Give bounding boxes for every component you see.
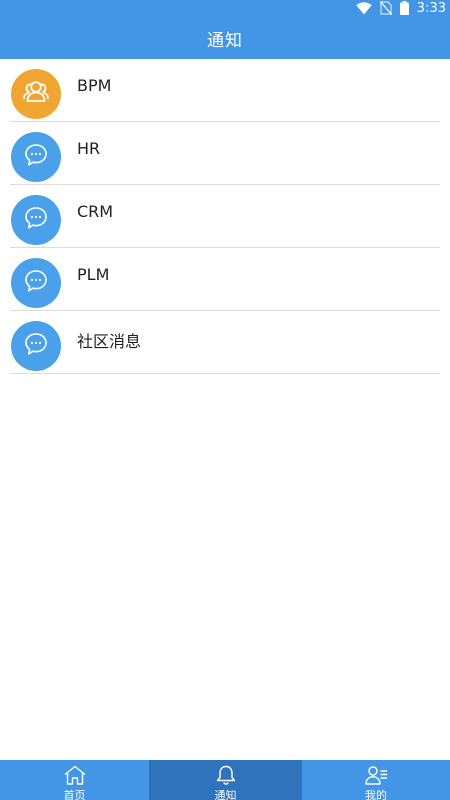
item-label: BPM [77, 76, 112, 95]
item-label: HR [77, 139, 101, 158]
avatar [11, 321, 61, 371]
battery-icon [399, 0, 409, 19]
user-profile-icon [364, 765, 388, 789]
chat-bubble-icon [23, 268, 49, 298]
tab-home[interactable]: 首页 [0, 760, 149, 800]
home-icon [63, 765, 87, 789]
app-screen: 3:33 通知 BPM HR CRM PLM 社区消息 首页 通知 我的 [0, 0, 450, 800]
item-label: CRM [77, 202, 114, 221]
notification-list: BPM HR CRM PLM 社区消息 [0, 59, 450, 374]
notification-item-bpm[interactable]: BPM [10, 59, 440, 122]
status-bar: 3:33 [0, 0, 450, 18]
tab-notifications[interactable]: 通知 [149, 760, 302, 800]
no-sim-icon [379, 0, 393, 19]
notification-item-community[interactable]: 社区消息 [10, 311, 440, 374]
header-bar: 通知 [0, 18, 450, 59]
chat-bubble-icon [23, 205, 49, 235]
tab-profile[interactable]: 我的 [302, 760, 450, 800]
avatar [11, 258, 61, 308]
bottom-tab-bar: 首页 通知 我的 [0, 760, 450, 800]
notification-item-plm[interactable]: PLM [10, 248, 440, 311]
avatar [11, 195, 61, 245]
page-title: 通知 [207, 31, 243, 51]
bell-icon [215, 765, 237, 789]
tab-label: 通知 [214, 789, 237, 800]
tab-label: 我的 [365, 789, 387, 800]
item-label: PLM [77, 265, 110, 284]
chat-bubble-icon [23, 142, 49, 172]
item-label: 社区消息 [77, 332, 142, 351]
notification-item-hr[interactable]: HR [10, 122, 440, 185]
group-icon [21, 77, 51, 111]
chat-bubble-icon [23, 331, 49, 361]
tab-label: 首页 [63, 789, 86, 800]
avatar [11, 132, 61, 182]
wifi-icon [356, 0, 372, 19]
notification-item-crm[interactable]: CRM [10, 185, 440, 248]
status-time: 3:33 [416, 1, 446, 16]
avatar [11, 69, 61, 119]
